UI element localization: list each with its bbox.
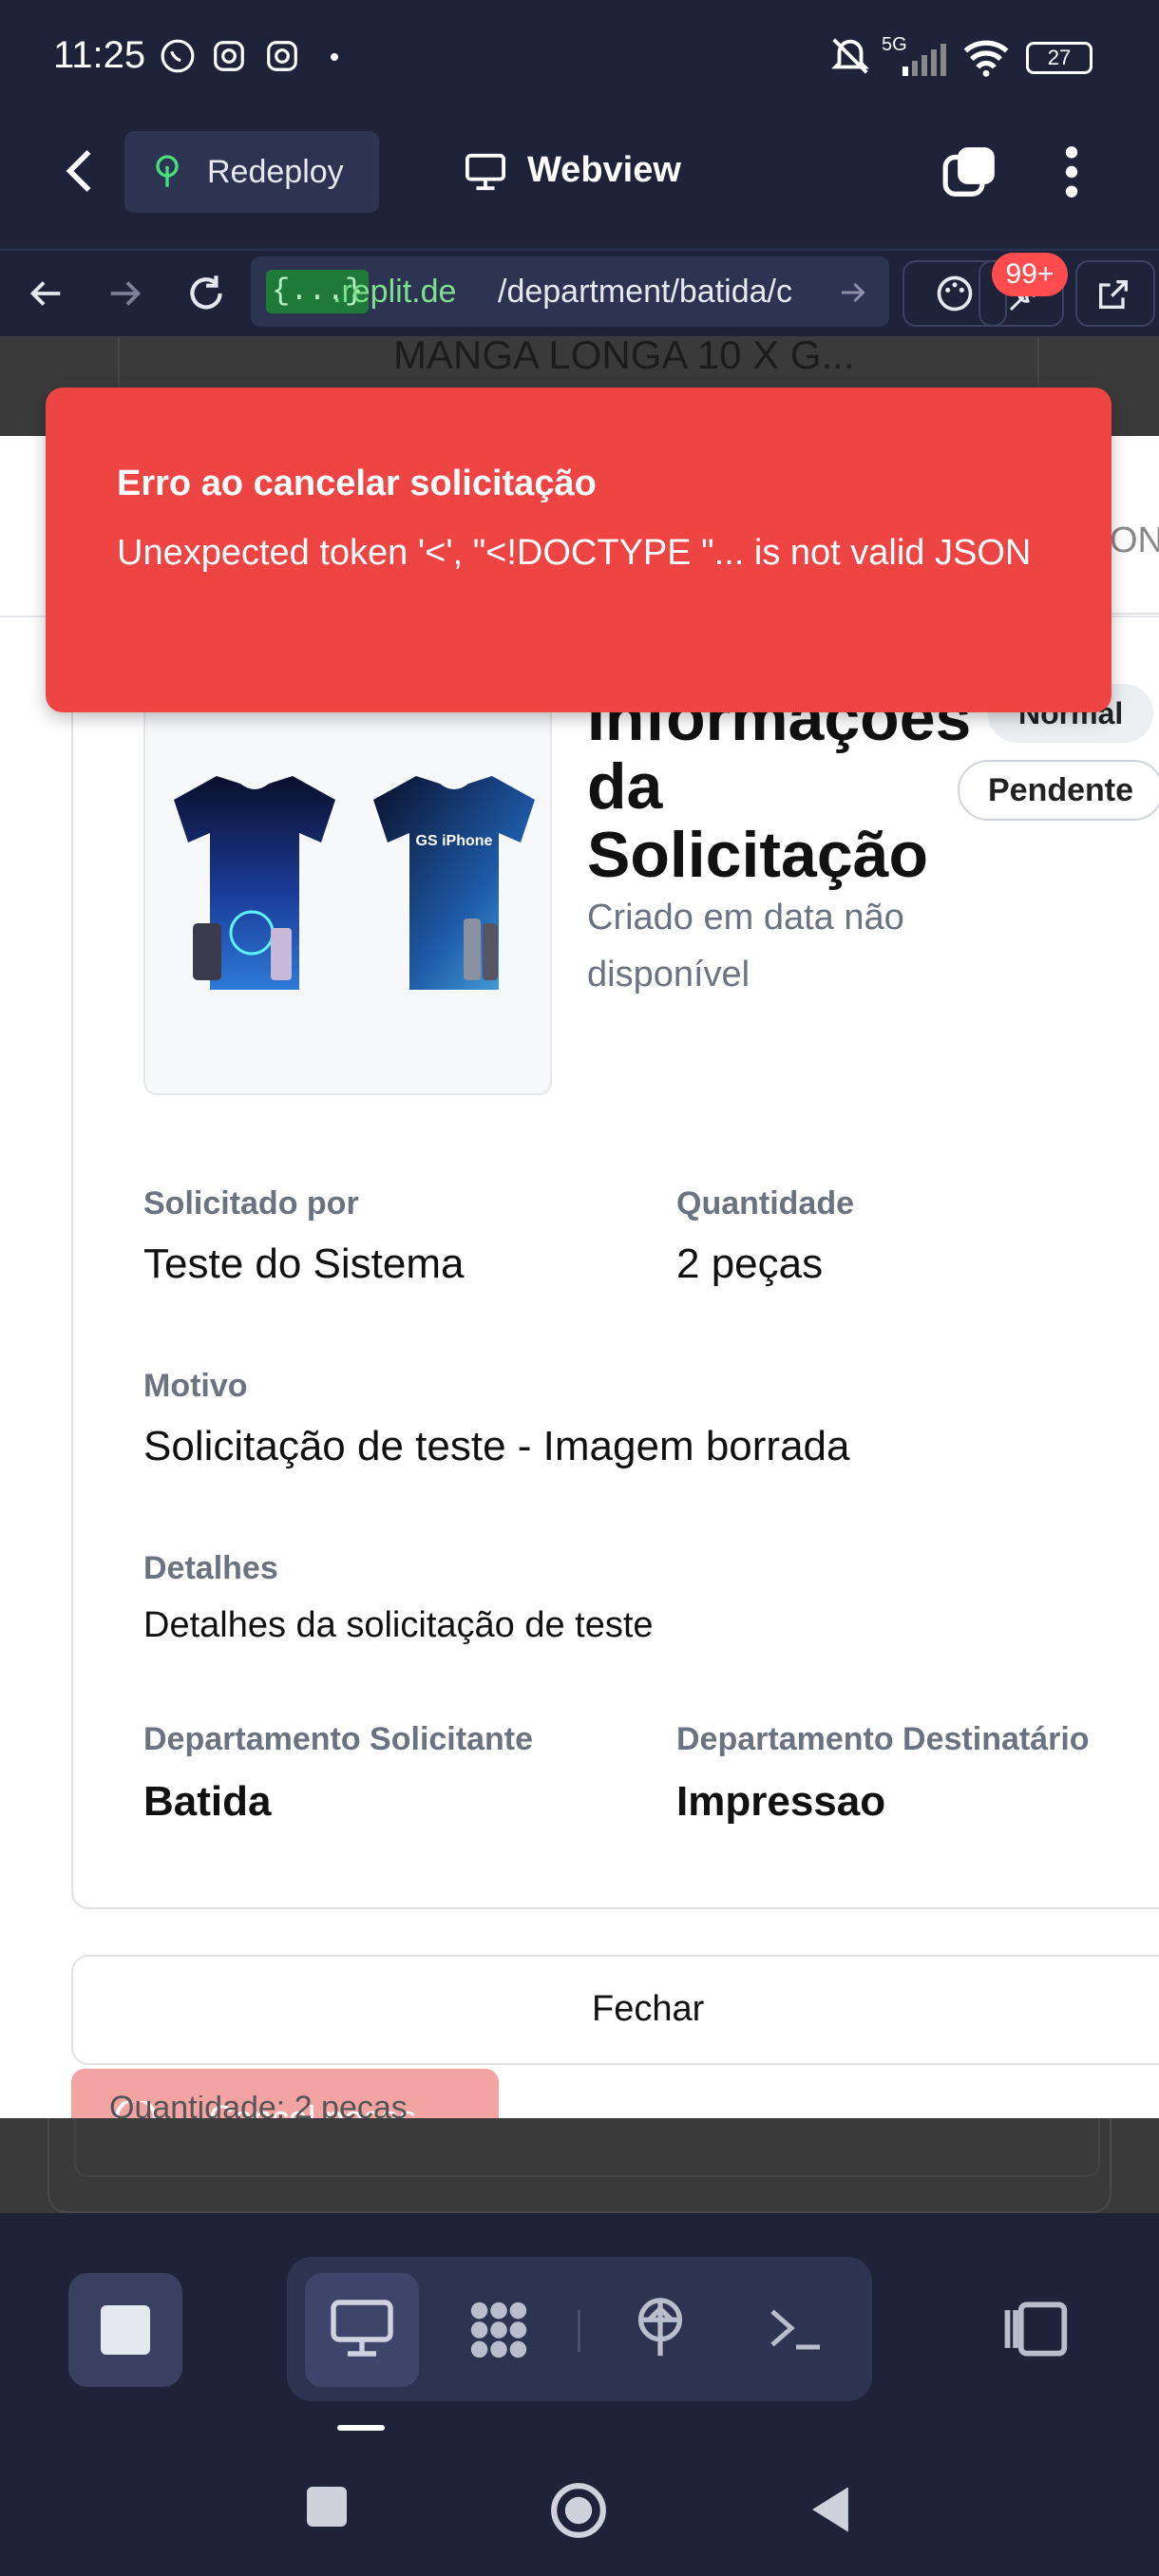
reason-label: Motivo (143, 1368, 248, 1404)
details-value: Detalhes da solicitação de teste (143, 1605, 654, 1645)
notification-dot (331, 53, 338, 61)
status-badge: Pendente (958, 760, 1159, 821)
mute-icon (831, 38, 869, 74)
browser-back-icon[interactable] (23, 272, 68, 315)
ghost-quantity-text: Quantidade: 2 peças (109, 2095, 408, 2118)
tab-shell-icon[interactable] (768, 2302, 825, 2354)
details-label: Detalhes (143, 1550, 278, 1586)
recents-button[interactable] (307, 2487, 347, 2527)
panel-toggle-icon[interactable] (999, 2299, 1070, 2359)
wifi-icon (963, 40, 1009, 77)
whatsapp-icon (161, 39, 195, 73)
ghost-quantity-clip: Quantidade: 2 peças (109, 2095, 432, 2118)
modal-side-text: ON (1110, 521, 1159, 560)
background-card-bottom-inner (74, 2118, 1100, 2177)
info-title: Informações da Solicitação (587, 682, 972, 891)
quantity-label: Quantidade (676, 1185, 855, 1222)
battery-level: 27 (1047, 46, 1072, 69)
battery-icon: 27 (1026, 42, 1092, 74)
home-button[interactable] (549, 2481, 608, 2540)
signal-icon (902, 44, 946, 76)
monitor-icon (466, 153, 505, 191)
product-image[interactable]: GS iPhone (143, 698, 552, 1095)
requested-by-label: Solicitado por (143, 1185, 359, 1222)
url-host: .replit.de (332, 274, 457, 310)
to-department-value: Impressao (676, 1778, 886, 1825)
instagram-icon (267, 41, 297, 71)
reason-value: Solicitação de teste - Imagem borrada (143, 1423, 850, 1469)
toast-message: Unexpected token '<', "<!DOCTYPE "... is… (117, 533, 1032, 573)
external-link-icon (1099, 280, 1128, 309)
requested-by-value: Teste do Sistema (143, 1241, 465, 1287)
webview-title: Webview (527, 150, 681, 190)
back-nav-button[interactable] (808, 2485, 853, 2534)
background-item-text: MANGA LONGA 10 X G... (393, 332, 855, 377)
deploy-icon (156, 155, 179, 187)
created-at-text: Criado em data não disponível (587, 898, 904, 994)
tshirt-mockup-image: GS iPhone (174, 776, 535, 990)
go-arrow-icon[interactable] (836, 275, 870, 310)
tab-apps-icon[interactable] (464, 2297, 534, 2363)
url-path: /department/batida/c (498, 274, 792, 310)
back-icon[interactable] (53, 142, 110, 199)
active-tab-indicator (337, 2425, 385, 2431)
tabs-icon[interactable] (940, 142, 999, 201)
redeploy-label: Redeploy (207, 154, 344, 190)
reload-icon[interactable] (182, 270, 230, 317)
to-department-label: Departamento Destinatário (676, 1721, 1090, 1757)
quantity-value: 2 peças (676, 1241, 824, 1287)
monitor-icon (331, 2300, 393, 2357)
instagram-icon (214, 41, 244, 71)
from-department-value: Batida (143, 1778, 272, 1825)
toast-title: Erro ao cancelar solicitação (117, 464, 597, 503)
tab-deploy-icon[interactable] (627, 2293, 694, 2363)
from-department-label: Departamento Solicitante (143, 1721, 533, 1757)
status-time: 11:25 (53, 34, 146, 76)
palette-icon (937, 275, 973, 312)
more-vertical-icon[interactable] (1053, 142, 1091, 201)
shirt-brand-text: GS iPhone (416, 833, 493, 849)
close-button-label: Fechar (592, 1989, 705, 2029)
tab-separator (578, 2310, 580, 2352)
browser-forward-icon[interactable] (103, 272, 148, 315)
stop-icon (101, 2305, 150, 2355)
notification-count-badge: 99+ (992, 253, 1068, 296)
